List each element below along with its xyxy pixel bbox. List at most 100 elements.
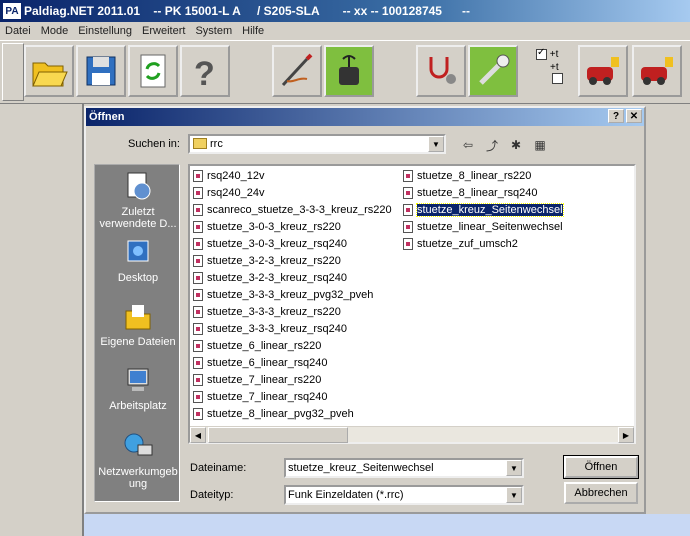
refresh-button[interactable] xyxy=(128,45,178,97)
file-name: stuetze_3-3-3_kreuz_pvg32_pveh xyxy=(207,289,374,301)
place-recent[interactable]: Zuletzt verwendete D... xyxy=(95,171,181,230)
place-desktop[interactable]: Desktop xyxy=(95,237,181,284)
file-name: stuetze_3-2-3_kreuz_rs220 xyxy=(207,255,341,267)
car-diag-button-2[interactable] xyxy=(632,45,682,97)
rrc-file-icon xyxy=(193,391,203,403)
tools-button[interactable] xyxy=(468,45,518,97)
file-item[interactable]: stuetze_kreuz_Seitenwechsel xyxy=(403,202,564,218)
option-checkbox-2[interactable] xyxy=(552,73,563,85)
gauge-button[interactable] xyxy=(324,45,374,97)
menu-datei[interactable]: Datei xyxy=(0,25,36,37)
my-computer-icon xyxy=(127,368,149,391)
rrc-file-icon xyxy=(193,255,203,267)
file-name: stuetze_3-0-3_kreuz_rsq240 xyxy=(207,238,348,250)
file-item[interactable]: stuetze_3-2-3_kreuz_rs220 xyxy=(193,253,341,269)
view-menu-icon[interactable]: ▦ xyxy=(530,136,550,154)
lookin-dropdown-icon[interactable]: ▼ xyxy=(428,136,444,152)
car-diag-icon-1 xyxy=(587,57,619,85)
option-label-2: +t xyxy=(550,62,559,74)
rrc-file-icon xyxy=(193,374,203,386)
file-name: stuetze_6_linear_rsq240 xyxy=(207,357,328,369)
place-computer[interactable]: Arbeitsplatz xyxy=(95,365,181,412)
place-network[interactable]: Netzwerkumgebung xyxy=(95,431,181,490)
file-name: stuetze_8_linear_rsq240 xyxy=(417,187,538,199)
file-item[interactable]: stuetze_linear_Seitenwechsel xyxy=(403,219,563,235)
back-arrow-icon[interactable]: ⇦ xyxy=(458,136,478,154)
file-name: rsq240_12v xyxy=(207,170,265,182)
rrc-file-icon xyxy=(193,204,203,216)
rrc-file-icon xyxy=(193,323,203,335)
file-item[interactable]: stuetze_3-0-3_kreuz_rs220 xyxy=(193,219,341,235)
file-item[interactable]: stuetze_3-0-3_kreuz_rsq240 xyxy=(193,236,347,252)
save-button[interactable] xyxy=(76,45,126,97)
file-item[interactable]: scanreco_stuetze_3-3-3_kreuz_rs220 xyxy=(193,202,392,218)
file-name: stuetze_7_linear_rs220 xyxy=(207,374,322,386)
cancel-button[interactable]: Abbrechen xyxy=(564,482,638,504)
file-item[interactable]: rsq240_24v xyxy=(193,185,265,201)
rrc-file-icon xyxy=(403,238,413,250)
menu-mode[interactable]: Mode xyxy=(36,25,74,37)
file-item[interactable]: stuetze_8_linear_rs220 xyxy=(403,168,531,184)
menu-einstellung[interactable]: Einstellung xyxy=(73,25,137,37)
file-name: stuetze_kreuz_Seitenwechsel xyxy=(416,203,564,217)
dialog-close-button[interactable]: ✕ xyxy=(626,109,642,123)
filename-value: stuetze_kreuz_Seitenwechsel xyxy=(288,462,434,474)
file-item[interactable]: stuetze_6_linear_rs220 xyxy=(193,338,321,354)
desktop-icon xyxy=(127,240,149,262)
menu-hilfe[interactable]: Hilfe xyxy=(237,25,269,37)
rrc-file-icon xyxy=(193,306,203,318)
place-network-label: Netzwerkumgebung xyxy=(98,466,178,490)
scroll-left-icon[interactable]: ◀ xyxy=(190,427,206,443)
dialog-help-button[interactable]: ? xyxy=(608,109,624,123)
menu-system[interactable]: System xyxy=(190,25,237,37)
place-documents[interactable]: Eigene Dateien xyxy=(95,301,181,348)
lookin-label: Suchen in: xyxy=(128,138,180,150)
rrc-file-icon xyxy=(193,238,203,250)
up-folder-icon[interactable]: ⤴ xyxy=(482,136,502,154)
file-item[interactable]: stuetze_8_linear_rsq240 xyxy=(403,185,537,201)
file-item[interactable]: stuetze_7_linear_rsq240 xyxy=(193,389,327,405)
car-diag-button-1[interactable] xyxy=(578,45,628,97)
file-item[interactable]: stuetze_3-3-3_kreuz_rsq240 xyxy=(193,321,347,337)
place-recent-label: Zuletzt verwendete D... xyxy=(99,206,177,230)
help-button[interactable]: ? xyxy=(180,45,230,97)
file-item[interactable]: stuetze_6_linear_rsq240 xyxy=(193,355,327,371)
filetype-label: Dateityp: xyxy=(190,489,234,501)
rrc-file-icon xyxy=(193,221,203,233)
file-item[interactable]: stuetze_3-3-3_kreuz_pvg32_pveh xyxy=(193,287,373,303)
open-button[interactable]: Öffnen xyxy=(563,455,639,479)
car-diag-icon-2 xyxy=(641,57,673,85)
scroll-right-icon[interactable]: ▶ xyxy=(618,427,634,443)
rrc-file-icon xyxy=(193,272,203,284)
file-item[interactable]: stuetze_7_linear_rs220 xyxy=(193,372,321,388)
file-item[interactable]: stuetze_zuf_umsch2 xyxy=(403,236,518,252)
stethoscope-button[interactable] xyxy=(416,45,466,97)
place-documents-label: Eigene Dateien xyxy=(100,336,176,348)
tools-icon xyxy=(479,54,510,85)
menu-erweitert[interactable]: Erweitert xyxy=(137,25,190,37)
file-name: scanreco_stuetze_3-3-3_kreuz_rs220 xyxy=(207,204,392,216)
filetype-select[interactable]: Funk Einzeldaten (*.rrc) ▼ xyxy=(284,485,524,505)
file-item[interactable]: stuetze_8_linear_pvg32_pveh xyxy=(193,406,354,422)
rrc-file-icon xyxy=(193,289,203,301)
filename-dropdown-icon[interactable]: ▼ xyxy=(506,460,522,476)
file-item[interactable]: stuetze_3-3-3_kreuz_rs220 xyxy=(193,304,341,320)
scroll-thumb[interactable] xyxy=(208,427,348,443)
network-icon xyxy=(124,433,153,456)
lookin-combo[interactable]: rrc ▼ xyxy=(188,134,446,154)
file-item[interactable]: stuetze_3-2-3_kreuz_rsq240 xyxy=(193,270,347,286)
file-item[interactable]: rsq240_12v xyxy=(193,168,265,184)
probe-button[interactable] xyxy=(272,45,322,97)
open-folder-icon xyxy=(32,62,68,87)
file-name: stuetze_3-3-3_kreuz_rs220 xyxy=(207,306,341,318)
gauge-device-icon xyxy=(339,55,359,85)
new-folder-icon[interactable]: ✱ xyxy=(506,136,526,154)
folder-icon xyxy=(193,138,207,149)
option-checkbox-1[interactable] xyxy=(536,47,547,60)
option-label-1: +t xyxy=(549,49,559,61)
horizontal-scrollbar[interactable]: ◀ ▶ xyxy=(190,426,634,443)
open-folder-button[interactable] xyxy=(24,45,74,97)
filetype-dropdown-icon[interactable]: ▼ xyxy=(506,487,522,503)
filename-field[interactable]: stuetze_kreuz_Seitenwechsel ▼ xyxy=(284,458,524,478)
file-name: stuetze_8_linear_pvg32_pveh xyxy=(207,408,354,420)
